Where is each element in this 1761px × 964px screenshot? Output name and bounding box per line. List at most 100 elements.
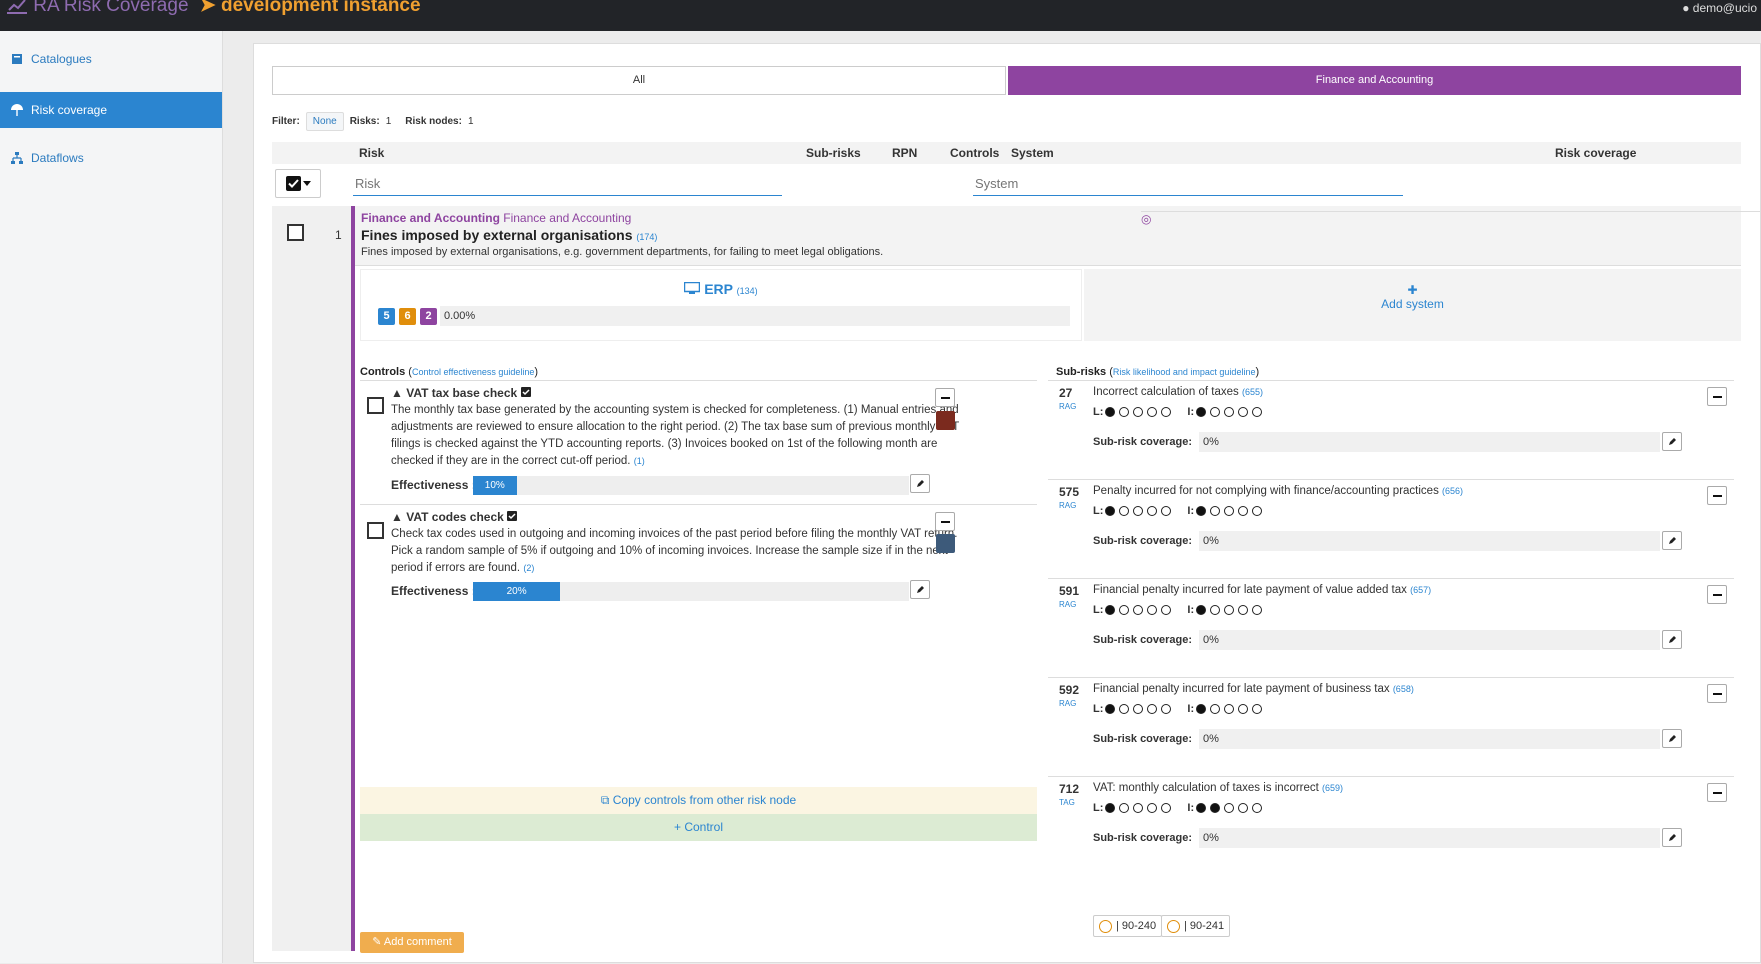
select-all-dropdown[interactable]: [275, 169, 321, 198]
remove-subrisk-button[interactable]: [1707, 684, 1727, 703]
sidebar-item-label: Risk coverage: [31, 103, 108, 117]
subrisk-title: Incorrect calculation of taxes (655): [1093, 386, 1263, 398]
system-filter-input[interactable]: [973, 172, 1403, 196]
add-control-button[interactable]: + Control: [360, 814, 1037, 841]
subrisk-coverage-bar: 0%: [1199, 828, 1660, 848]
add-comment-button[interactable]: ✎ Add comment: [360, 932, 464, 953]
control-ref-link[interactable]: (2): [523, 563, 534, 573]
badge-blue: 5: [378, 308, 395, 325]
edit-effectiveness-button[interactable]: [910, 474, 930, 493]
subrisk-ref-link[interactable]: (658): [1393, 684, 1414, 694]
risk-title-text: Fines imposed by external organisations: [361, 227, 633, 243]
tab-all[interactable]: All: [272, 66, 1006, 95]
add-system-button[interactable]: ✚ Add system: [1084, 283, 1741, 311]
control-name: ▲ VAT tax base check: [391, 386, 531, 400]
control-color-swatch[interactable]: [936, 534, 955, 553]
column-subrisks[interactable]: Sub-risks: [806, 146, 861, 160]
caret-down-icon: [302, 180, 311, 186]
subrisk-ref-link[interactable]: (657): [1410, 585, 1431, 595]
risk-filter-input[interactable]: [353, 172, 782, 196]
tag-chip[interactable]: | 90-241: [1161, 915, 1231, 937]
app-brand[interactable]: RA Risk Coverage ➤ development instance: [6, 0, 421, 17]
edit-subrisk-button[interactable]: [1662, 432, 1682, 451]
subrisk-title: Penalty incurred for not complying with …: [1093, 485, 1464, 497]
copy-controls-button[interactable]: ⧉ Copy controls from other risk node: [360, 787, 1037, 814]
row-checkbox[interactable]: [287, 224, 304, 241]
remove-control-button[interactable]: [935, 512, 955, 531]
risk-guideline-link[interactable]: Risk likelihood and impact guideline: [1113, 367, 1256, 377]
category-color-bar: [351, 206, 355, 951]
filter-value-button[interactable]: None: [305, 112, 344, 131]
remove-subrisk-button[interactable]: [1707, 585, 1727, 604]
controls-title: Controls: [360, 366, 406, 378]
column-risk-coverage[interactable]: Risk coverage: [1555, 146, 1636, 160]
node-link[interactable]: Finance and Accounting: [503, 211, 631, 225]
edit-subrisk-button[interactable]: [1662, 729, 1682, 748]
subrisk-ref-link[interactable]: (656): [1442, 486, 1463, 496]
subrisk-id: 591: [1059, 584, 1080, 598]
minus-icon: [1712, 395, 1722, 398]
risk-title: Fines imposed by external organisations …: [361, 227, 657, 243]
add-system-area: ✚ Add system: [1084, 269, 1741, 341]
minus-icon: [940, 396, 950, 399]
instance-label: ➤ development instance: [200, 0, 421, 16]
user-name: demo@ucio: [1692, 1, 1757, 15]
column-risk[interactable]: Risk: [359, 146, 384, 160]
system-name-text: ERP: [704, 281, 733, 297]
subrisk-ref-link[interactable]: (659): [1322, 783, 1343, 793]
sidebar-item-catalogues[interactable]: Catalogues: [0, 41, 222, 77]
column-system[interactable]: System: [1011, 146, 1054, 160]
remove-subrisk-button[interactable]: [1707, 387, 1727, 406]
subrisk-ref-link[interactable]: (655): [1242, 387, 1263, 397]
risk-ref-link[interactable]: (174): [636, 232, 657, 242]
user-menu[interactable]: ● demo@ucio: [1682, 1, 1757, 15]
system-name[interactable]: ERP (134): [361, 281, 1081, 297]
check-circle-icon: [1099, 919, 1112, 933]
column-controls[interactable]: Controls: [950, 146, 999, 160]
control-color-swatch[interactable]: [936, 411, 955, 430]
system-ref[interactable]: (134): [737, 286, 758, 296]
risk-row: 1 Finance and Accounting ◎ Finance and A…: [272, 206, 1761, 964]
pencil-icon: [916, 480, 924, 487]
table-header: Risk Sub-risks RPN Controls System Risk …: [272, 142, 1741, 164]
remove-subrisk-button[interactable]: [1707, 486, 1727, 505]
sidebar-item-risk-coverage[interactable]: Risk coverage: [0, 92, 222, 128]
control-description: Check tax codes used in outgoing and inc…: [391, 528, 958, 574]
control-checkbox[interactable]: [367, 522, 384, 539]
tag-chip[interactable]: | 90-240: [1093, 915, 1163, 937]
sidebar-item-dataflows[interactable]: Dataflows: [0, 140, 222, 176]
bank-icon: ▲: [391, 510, 403, 524]
tab-finance-and-accounting[interactable]: Finance and Accounting: [1008, 66, 1741, 95]
risk-breadcrumb: Finance and Accounting ◎ Finance and Acc…: [361, 211, 1761, 226]
remove-control-button[interactable]: [935, 388, 955, 407]
effectiveness-fill: 20%: [473, 582, 561, 601]
edit-icon: ✎: [372, 936, 382, 948]
edit-subrisk-button[interactable]: [1662, 531, 1682, 550]
edit-subrisk-button[interactable]: [1662, 828, 1682, 847]
edit-subrisk-button[interactable]: [1662, 630, 1682, 649]
remove-subrisk-button[interactable]: [1707, 783, 1727, 802]
minus-icon: [1712, 692, 1722, 695]
top-bar: RA Risk Coverage ➤ development instance …: [0, 0, 1761, 31]
control-checkbox[interactable]: [367, 397, 384, 414]
risk-node-header: Finance and Accounting ◎ Finance and Acc…: [355, 206, 1761, 266]
category-link[interactable]: Finance and Accounting: [361, 211, 500, 225]
subrisk-tag: RAG: [1059, 699, 1077, 708]
control-item: ▲ VAT tax base check The monthly tax bas…: [360, 380, 1037, 500]
control-ref-link[interactable]: (1): [634, 456, 645, 466]
minus-icon: [1712, 494, 1722, 497]
check-square-icon: [520, 387, 531, 397]
line-chart-icon: [7, 0, 27, 14]
column-rpn[interactable]: RPN: [892, 146, 917, 160]
subrisk-coverage-bar: 0%: [1199, 729, 1660, 749]
book-icon: [12, 54, 22, 64]
control-name: ▲ VAT codes check: [391, 510, 518, 524]
edit-effectiveness-button[interactable]: [910, 580, 930, 599]
subrisk-item: 592 RAG Financial penalty incurred for l…: [1048, 677, 1734, 776]
minus-icon: [1712, 791, 1722, 794]
subrisk-id: 712: [1059, 782, 1080, 796]
badge-orange: 6: [399, 308, 416, 325]
control-effectiveness-guideline-link[interactable]: Control effectiveness guideline: [412, 367, 534, 377]
app-title: RA Risk Coverage: [33, 0, 189, 16]
subrisk-coverage-label: Sub-risk coverage:: [1093, 436, 1193, 448]
